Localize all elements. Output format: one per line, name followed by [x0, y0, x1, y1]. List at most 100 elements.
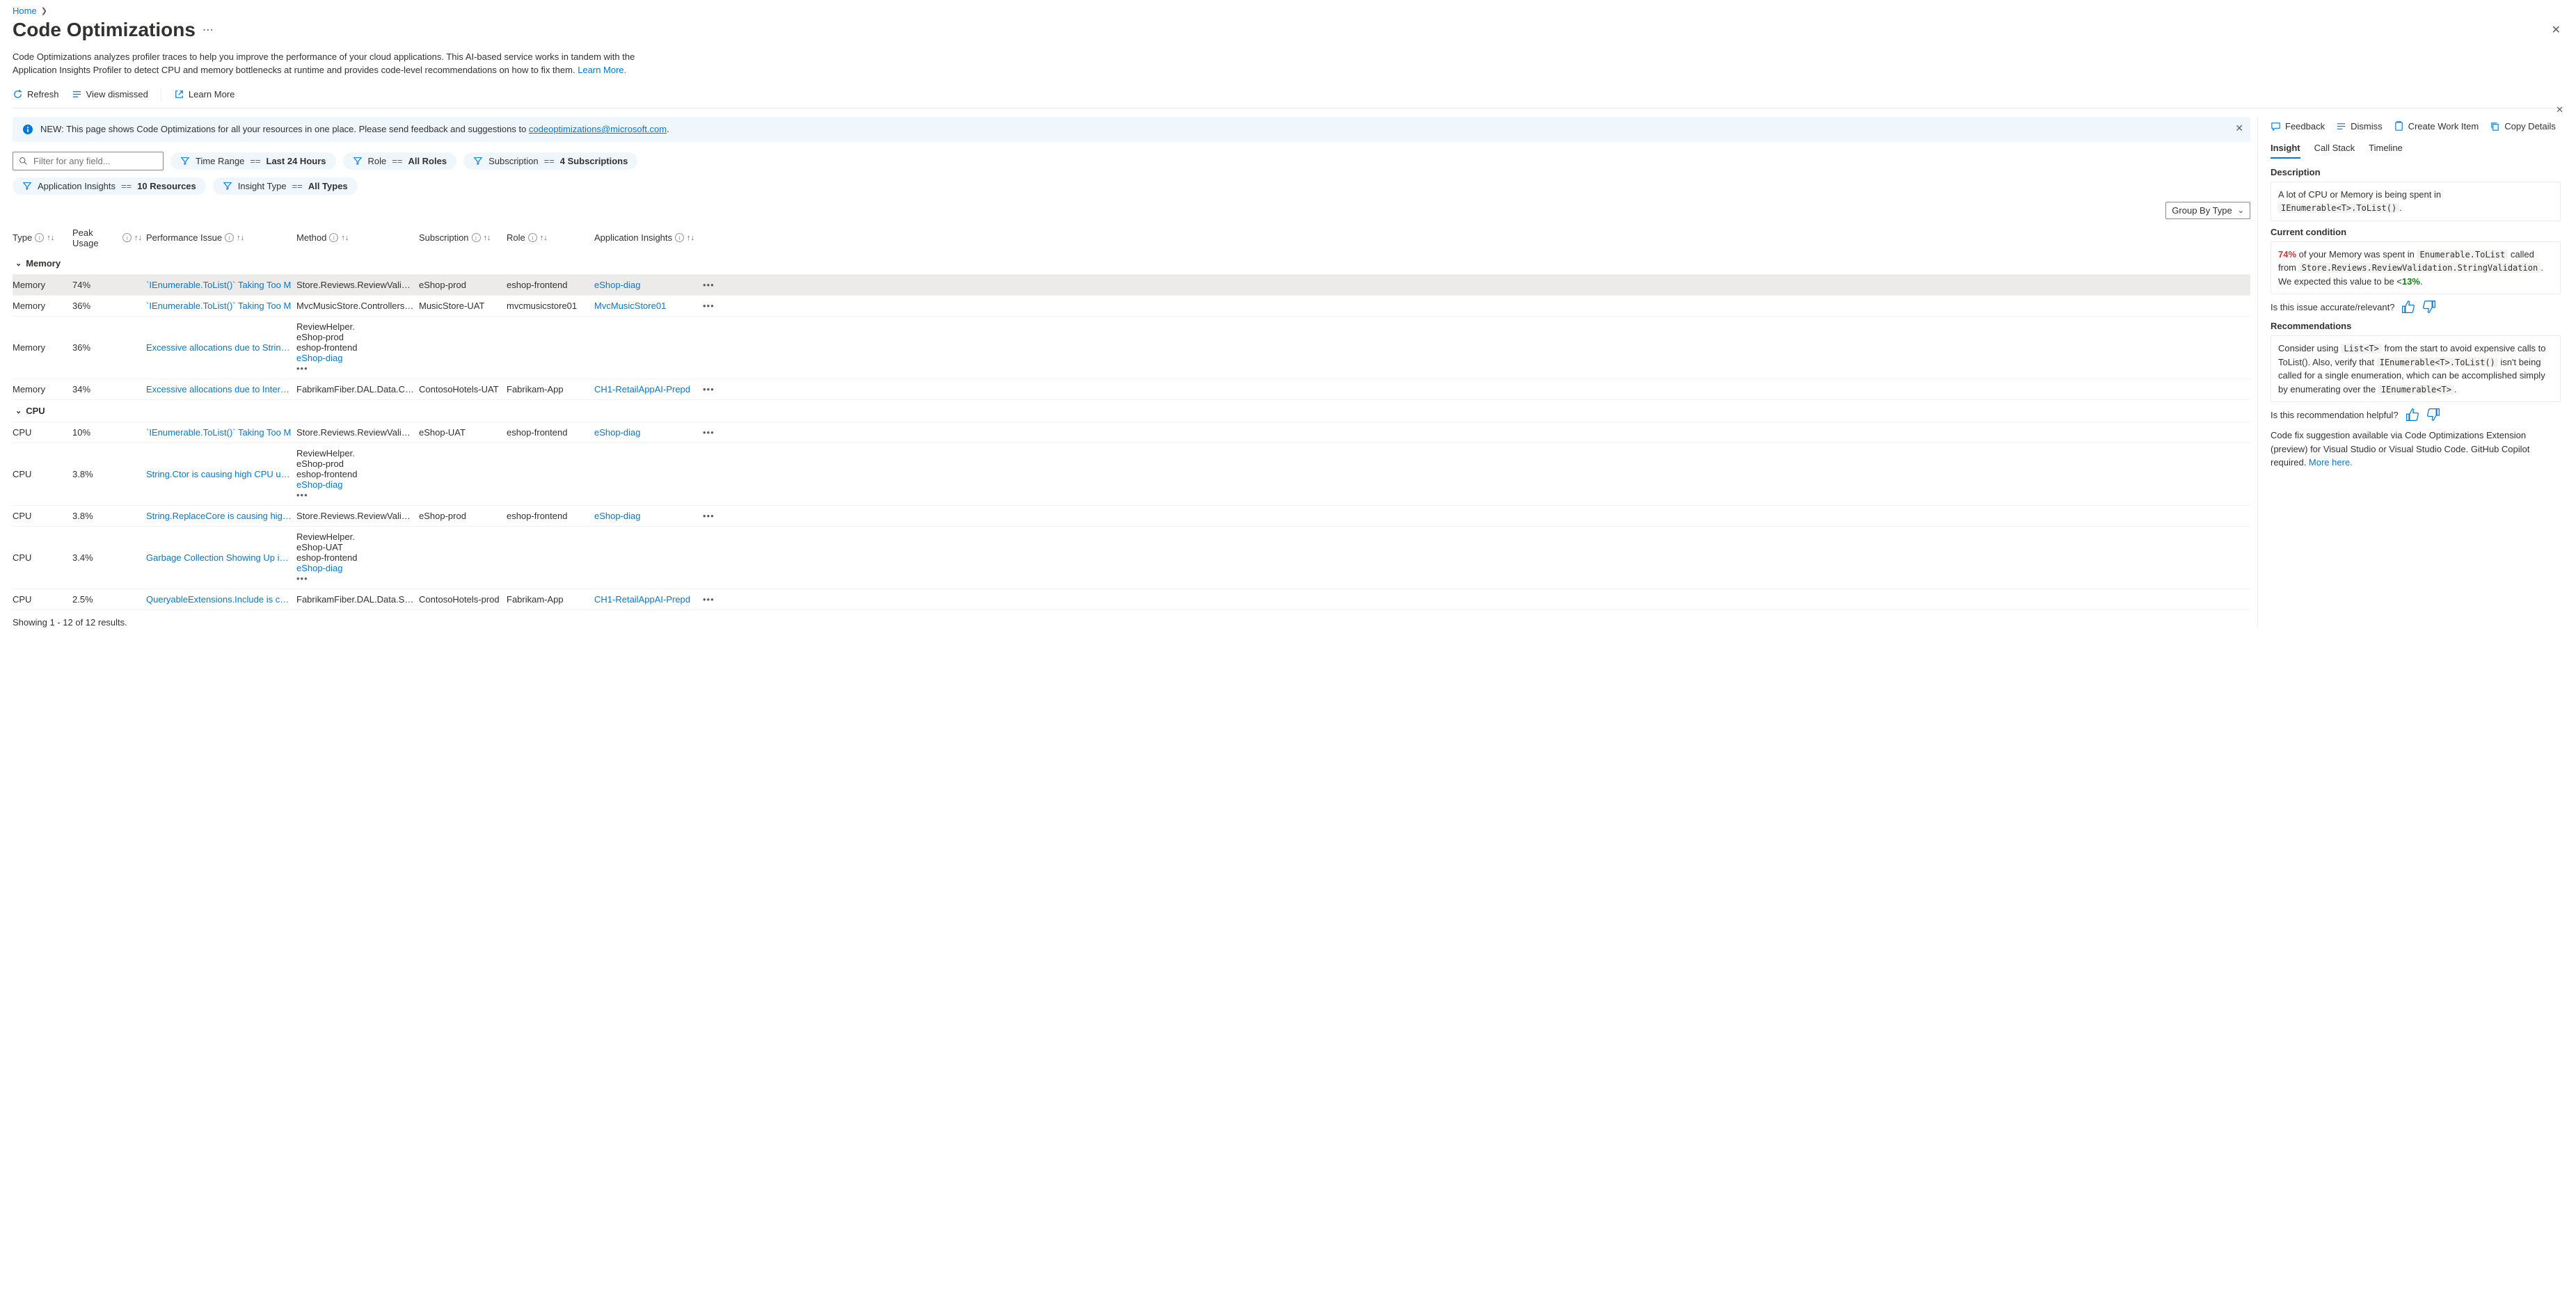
table-row[interactable]: CPU3.8%String.Ctor is causing high CPU u…	[13, 443, 2250, 506]
table-row[interactable]: CPU10%`IEnumerable.ToList()` Taking Too …	[13, 422, 2250, 443]
more-icon[interactable]: ⋯	[202, 23, 214, 37]
cell-app-insights-link[interactable]: eShop-diag	[296, 353, 415, 363]
filter-op: ==	[250, 156, 260, 166]
thumbs-up-icon[interactable]	[2401, 300, 2415, 314]
col-app-insights[interactable]: Application Insightsi↑↓	[594, 232, 699, 243]
table-row[interactable]: Memory36%Excessive allocations due to St…	[13, 317, 2250, 379]
group-by-dropdown[interactable]: Group By Type ⌄	[2165, 202, 2250, 219]
filter-pill-subscription[interactable]: Subscription == 4 Subscriptions	[463, 152, 637, 170]
filter-pill-app-insights[interactable]: Application Insights == 10 Resources	[13, 177, 206, 195]
info-bar: NEW: This page shows Code Optimizations …	[13, 117, 2250, 142]
tab-timeline[interactable]: Timeline	[2369, 138, 2403, 159]
sort-icon[interactable]: ↑↓	[540, 234, 548, 242]
cell-app-insights-link[interactable]: eShop-diag	[296, 563, 415, 573]
cell-issue-link[interactable]: Excessive allocations due to InternalSet	[146, 384, 292, 394]
feedback-email-link[interactable]: codeoptimizations@microsoft.com	[529, 124, 667, 134]
page-title: Code Optimizations	[13, 19, 196, 41]
table-row[interactable]: CPU3.8%String.ReplaceCore is causing hig…	[13, 506, 2250, 527]
view-dismissed-button[interactable]: View dismissed	[72, 89, 148, 99]
feedback-label: Feedback	[2285, 121, 2325, 131]
tab-call-stack[interactable]: Call Stack	[2314, 138, 2355, 159]
row-more-icon[interactable]: •••	[703, 301, 724, 311]
row-more-icon[interactable]: •••	[703, 384, 724, 394]
cell-app-insights-link[interactable]: CH1-RetailAppAI-Prepd	[594, 594, 699, 605]
sort-icon[interactable]: ↑↓	[484, 234, 491, 242]
toolbar: Refresh View dismissed Learn More	[13, 86, 2563, 109]
cell-app-insights-link[interactable]: eShop-diag	[594, 427, 699, 438]
refresh-button[interactable]: Refresh	[13, 89, 59, 99]
thumbs-down-icon[interactable]	[2426, 408, 2440, 422]
copy-details-button[interactable]: Copy Details	[2490, 121, 2556, 131]
copy-details-label: Copy Details	[2504, 121, 2556, 131]
dismiss-button[interactable]: Dismiss	[2336, 121, 2383, 131]
sort-icon[interactable]: ↑↓	[687, 234, 694, 242]
cell-issue-link[interactable]: String.Ctor is causing high CPU usage	[146, 469, 292, 479]
role-value: All Roles	[408, 156, 447, 166]
condition-box: 74% of your Memory was spent in Enumerab…	[2271, 241, 2561, 295]
filter-text-field[interactable]	[32, 155, 157, 167]
table-row[interactable]: CPU3.4%Garbage Collection Showing Up in …	[13, 527, 2250, 589]
group-row-cpu[interactable]: ⌄ CPU	[13, 400, 2250, 422]
cell-issue-link[interactable]: String.ReplaceCore is causing high CPU	[146, 511, 292, 521]
filter-pill-insight-type[interactable]: Insight Type == All Types	[213, 177, 358, 195]
cell-app-insights-link[interactable]: eShop-diag	[296, 479, 415, 490]
col-peak[interactable]: Peak Usagei↑↓	[72, 228, 142, 248]
col-subscription[interactable]: Subscriptioni↑↓	[419, 232, 502, 243]
cell-issue-link[interactable]: Garbage Collection Showing Up in CPU	[146, 552, 292, 563]
thumbs-up-icon[interactable]	[2406, 408, 2419, 422]
cell-peak: 2.5%	[72, 594, 142, 605]
row-more-icon[interactable]: •••	[296, 573, 415, 584]
ai-label: Application Insights	[38, 181, 116, 191]
col-role[interactable]: Rolei↑↓	[507, 232, 590, 243]
panel-close-icon[interactable]: ✕	[2556, 104, 2563, 115]
filter-pill-time-range[interactable]: Time Range == Last 24 Hours	[170, 152, 336, 170]
cell-issue-link[interactable]: Excessive allocations due to String.Ctor	[146, 342, 292, 353]
close-icon[interactable]: ✕	[2549, 20, 2563, 40]
cell-peak: 3.4%	[72, 552, 142, 563]
row-more-icon[interactable]: •••	[703, 594, 724, 605]
cond-t4: .	[2420, 276, 2423, 287]
filter-icon	[473, 156, 483, 166]
code-fix-link[interactable]: More here.	[2309, 457, 2353, 468]
table-row[interactable]: Memory36%`IEnumerable.ToList()` Taking T…	[13, 296, 2250, 317]
cell-role: Fabrikam-App	[507, 384, 590, 394]
info-bar-close-icon[interactable]: ✕	[2235, 122, 2243, 134]
row-more-icon[interactable]: •••	[296, 363, 415, 374]
cell-issue-link[interactable]: `IEnumerable.ToList()` Taking Too M	[146, 427, 292, 438]
cell-app-insights-link[interactable]: MvcMusicStore01	[594, 301, 699, 311]
cell-app-insights-link[interactable]: CH1-RetailAppAI-Prepd	[594, 384, 699, 394]
cell-issue-link[interactable]: `IEnumerable.ToList()` Taking Too M	[146, 280, 292, 290]
group-by-label: Group By Type	[2172, 205, 2232, 216]
learn-more-link[interactable]: Learn More.	[578, 65, 626, 75]
row-more-icon[interactable]: •••	[703, 427, 724, 438]
table-row[interactable]: CPU2.5%QueryableExtensions.Include is ca…	[13, 589, 2250, 610]
learn-more-button[interactable]: Learn More	[174, 89, 234, 99]
info-icon: i	[225, 233, 234, 242]
thumbs-down-icon[interactable]	[2422, 300, 2436, 314]
feedback-button[interactable]: Feedback	[2271, 121, 2325, 131]
breadcrumb-home[interactable]: Home	[13, 6, 37, 16]
row-more-icon[interactable]: •••	[703, 511, 724, 521]
sort-icon[interactable]: ↑↓	[237, 234, 244, 242]
cell-issue-link[interactable]: QueryableExtensions.Include is causing	[146, 594, 292, 605]
tab-insight[interactable]: Insight	[2271, 138, 2300, 159]
cell-app-insights-link[interactable]: eShop-diag	[594, 280, 699, 290]
table-row[interactable]: Memory34%Excessive allocations due to In…	[13, 379, 2250, 400]
row-more-icon[interactable]: •••	[703, 280, 724, 290]
col-issue[interactable]: Performance Issuei↑↓	[146, 232, 292, 243]
sort-icon[interactable]: ↑↓	[134, 234, 142, 242]
cell-issue-link[interactable]: `IEnumerable.ToList()` Taking Too M	[146, 301, 292, 311]
sort-icon[interactable]: ↑↓	[341, 234, 349, 242]
ai-value: 10 Resources	[137, 181, 196, 191]
filter-pill-role[interactable]: Role == All Roles	[343, 152, 457, 170]
group-row-memory[interactable]: ⌄ Memory	[13, 253, 2250, 275]
cond-code1: Enumerable.ToList	[2417, 250, 2508, 260]
create-work-item-button[interactable]: Create Work Item	[2394, 121, 2479, 131]
filter-input[interactable]	[13, 152, 164, 170]
sort-icon[interactable]: ↑↓	[47, 234, 54, 242]
row-more-icon[interactable]: •••	[296, 490, 415, 500]
table-row[interactable]: Memory74%`IEnumerable.ToList()` Taking T…	[13, 275, 2250, 296]
col-type[interactable]: Typei↑↓	[13, 232, 68, 243]
cell-app-insights-link[interactable]: eShop-diag	[594, 511, 699, 521]
col-method[interactable]: Methodi↑↓	[296, 232, 415, 243]
